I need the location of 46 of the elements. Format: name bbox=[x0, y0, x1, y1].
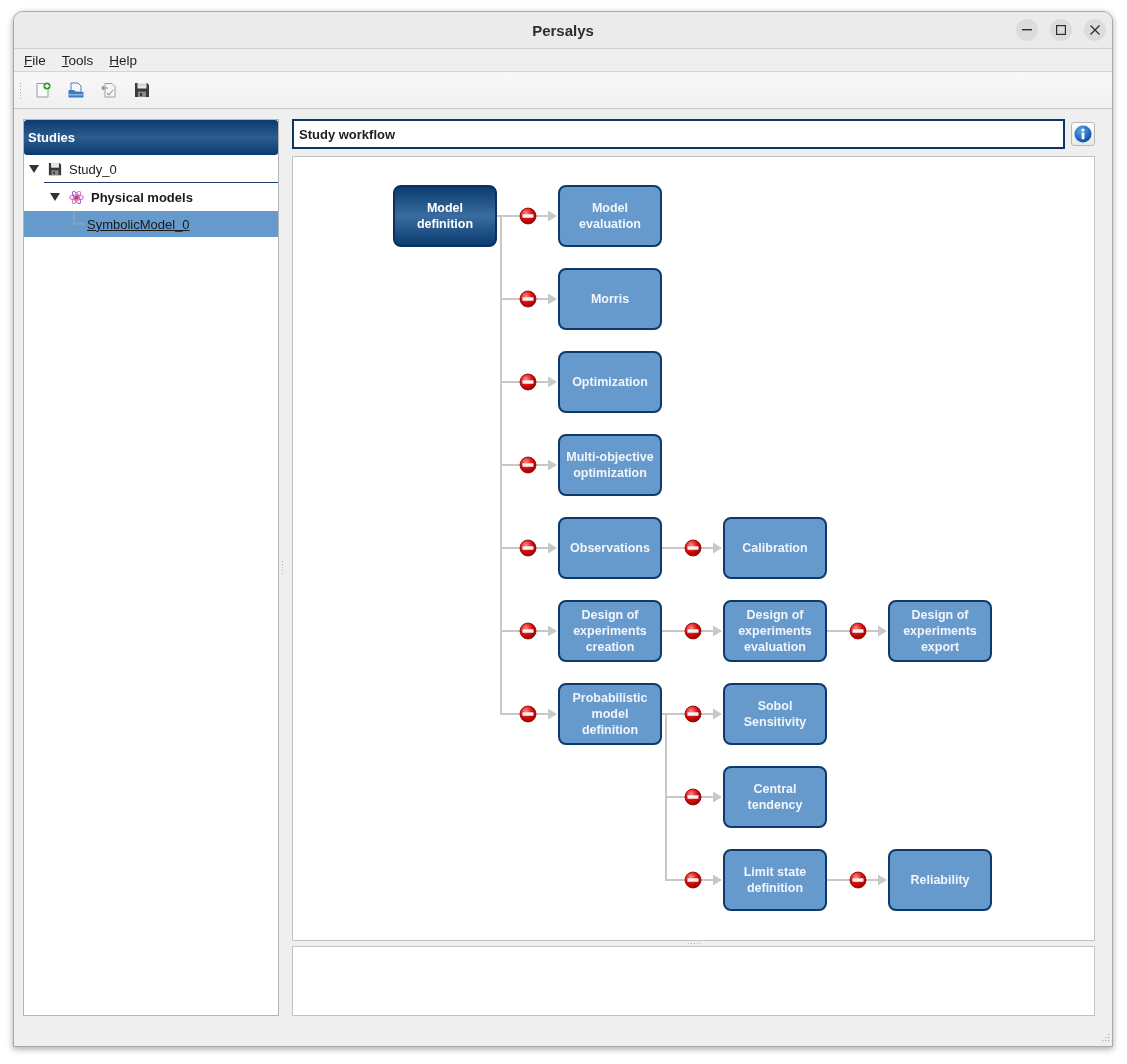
atom-icon bbox=[69, 189, 84, 205]
menu-item[interactable]: Tools bbox=[53, 50, 102, 70]
workflow-node[interactable]: Calibration bbox=[723, 517, 827, 579]
workflow-node[interactable]: Model evaluation bbox=[558, 185, 662, 247]
resize-grip[interactable] bbox=[1100, 1034, 1110, 1044]
workflow-node[interactable]: Sobol Sensitivity bbox=[723, 683, 827, 745]
workflow-title: Study workflow bbox=[292, 119, 1065, 149]
document-arrows-icon[interactable] bbox=[101, 82, 117, 98]
document-plus-icon[interactable] bbox=[35, 82, 51, 98]
workflow-node[interactable]: Design of experiments export bbox=[888, 600, 992, 662]
workflow-node[interactable]: Multi-objective optimization bbox=[558, 434, 662, 496]
info-button[interactable] bbox=[1071, 122, 1095, 146]
workflow-node[interactable]: Model definition bbox=[393, 185, 497, 247]
maximize-icon bbox=[1056, 25, 1066, 35]
caret-icon[interactable] bbox=[50, 193, 60, 201]
workflow-node[interactable]: Reliability bbox=[888, 849, 992, 911]
tree-item[interactable]: SymbolicModel_0 bbox=[24, 211, 278, 237]
maximize-button[interactable] bbox=[1050, 19, 1072, 41]
document-tray-icon[interactable] bbox=[68, 82, 84, 98]
connector-arrow bbox=[826, 874, 887, 886]
workflow-node[interactable]: Design of experiments creation bbox=[558, 600, 662, 662]
info-icon bbox=[1074, 125, 1092, 143]
splitter-handle[interactable] bbox=[686, 942, 701, 945]
window-title: Persalys bbox=[532, 21, 594, 39]
tree-item[interactable]: Physical models bbox=[24, 184, 278, 210]
workflow-node[interactable]: Limit state definition bbox=[723, 849, 827, 911]
minimize-button[interactable] bbox=[1016, 19, 1038, 41]
tree-branch-line bbox=[73, 211, 85, 225]
minimize-icon bbox=[1022, 29, 1032, 31]
workflow-node[interactable]: Observations bbox=[558, 517, 662, 579]
menu-item[interactable]: Help bbox=[101, 50, 146, 70]
workflow-node[interactable]: Central tendency bbox=[723, 766, 827, 828]
caret-icon[interactable] bbox=[29, 165, 39, 173]
workflow-node[interactable]: Optimization bbox=[558, 351, 662, 413]
close-button[interactable] bbox=[1084, 19, 1106, 41]
toolbar-handle[interactable] bbox=[19, 81, 23, 99]
connector-arrow bbox=[661, 542, 722, 554]
panel-header: Studies bbox=[24, 120, 278, 155]
workflow-node[interactable]: Design of experiments evaluation bbox=[723, 600, 827, 662]
connector-arrow bbox=[661, 625, 722, 637]
tree-item[interactable]: Study_0 bbox=[24, 156, 278, 182]
workflow-node[interactable]: Probabilistic model definition bbox=[558, 683, 662, 745]
close-icon bbox=[1090, 25, 1100, 35]
menu-item[interactable]: File bbox=[16, 50, 54, 70]
connector-arrow bbox=[826, 625, 887, 637]
workflow-node[interactable]: Morris bbox=[558, 268, 662, 330]
